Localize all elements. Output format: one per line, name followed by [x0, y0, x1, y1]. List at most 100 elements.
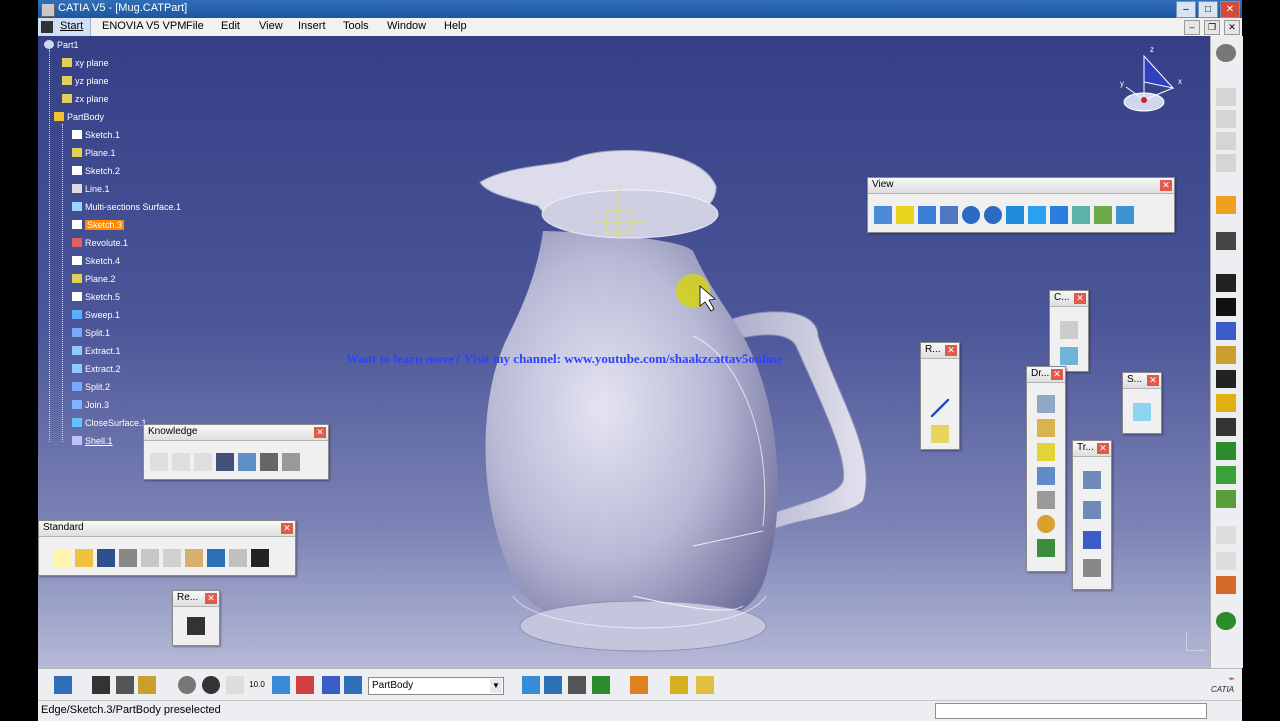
tr-toolbar-close-button[interactable]: ✕ [1097, 443, 1109, 454]
sketch-analysis-icon[interactable] [522, 676, 540, 694]
c-toolbar-title[interactable]: C... ✕ [1050, 291, 1088, 307]
rib-icon[interactable] [1216, 394, 1236, 412]
curvature-icon[interactable] [592, 676, 610, 694]
pan-icon[interactable] [918, 206, 936, 224]
settings-gear-icon[interactable] [1216, 44, 1236, 62]
constraint-box-icon[interactable] [1060, 347, 1078, 365]
removed-multi-sections-icon[interactable] [1216, 490, 1236, 508]
undo-icon[interactable] [207, 549, 225, 567]
new-file-icon[interactable] [53, 549, 71, 567]
minimize-button[interactable]: – [1176, 1, 1196, 18]
swap-space-icon[interactable] [1116, 206, 1134, 224]
save-icon[interactable] [97, 549, 115, 567]
surface-icon[interactable] [1133, 403, 1151, 421]
menu-help[interactable]: Help [444, 20, 467, 32]
remove-face-icon[interactable] [1037, 515, 1055, 533]
replace-face-icon[interactable] [1037, 539, 1055, 557]
sketch-tool-icon[interactable] [1216, 232, 1236, 250]
slot-icon[interactable] [1216, 418, 1236, 436]
cut-icon[interactable] [141, 549, 159, 567]
annotation-icon[interactable] [1216, 526, 1236, 544]
paste-icon[interactable] [185, 549, 203, 567]
normal-view-icon[interactable] [1006, 206, 1024, 224]
s-toolbar-close-button[interactable]: ✕ [1147, 375, 1159, 386]
pocket-icon[interactable] [1216, 298, 1236, 316]
select-icon[interactable] [1216, 196, 1236, 214]
constraint-icon[interactable] [1060, 321, 1078, 339]
symmetry-icon[interactable] [1083, 501, 1101, 519]
3d-viewport[interactable]: Part1 xy plane yz plane zx plane PartBody Sk… [38, 36, 1210, 668]
shading-icon[interactable] [1072, 206, 1090, 224]
maximize-button[interactable]: □ [1198, 1, 1218, 18]
sketcher-tool-icon[interactable] [1216, 110, 1236, 128]
plane-tool-icon[interactable] [931, 425, 949, 443]
scan-icon[interactable] [296, 676, 314, 694]
text-with-leader-icon[interactable] [1216, 552, 1236, 570]
hole-icon[interactable] [1216, 370, 1236, 388]
knowledge-toolbar-title[interactable]: Knowledge ✕ [144, 425, 328, 441]
menu-window[interactable]: Window [387, 20, 426, 32]
compass-widget[interactable]: z x y [1118, 42, 1198, 122]
close-button[interactable]: ✕ [1220, 1, 1240, 18]
line-tool-icon[interactable] [931, 399, 949, 417]
apply-material-icon[interactable] [1216, 612, 1236, 630]
comment-icon[interactable] [172, 453, 190, 471]
menu-insert[interactable]: Insert [298, 20, 326, 32]
zoom-out-icon[interactable] [984, 206, 1002, 224]
re-toolbar-title[interactable]: Re... ✕ [173, 591, 219, 607]
constraint-tool-icon[interactable] [1216, 154, 1236, 172]
dr-toolbar-close-button[interactable]: ✕ [1051, 369, 1063, 380]
scaling-icon[interactable] [1083, 559, 1101, 577]
whats-this-icon[interactable] [251, 549, 269, 567]
open-folder-icon[interactable] [75, 549, 93, 567]
fit-all-icon[interactable] [896, 206, 914, 224]
hide-show-icon[interactable] [1094, 206, 1112, 224]
redo-icon[interactable] [229, 549, 247, 567]
r-toolbar-close-button[interactable]: ✕ [945, 345, 957, 356]
multi-sections-solid-icon[interactable] [1216, 466, 1236, 484]
shell-tool-icon[interactable] [1037, 443, 1055, 461]
axis-tool-icon[interactable] [226, 676, 244, 694]
rotate-view-icon[interactable] [178, 676, 196, 694]
iso-view-icon[interactable] [1050, 206, 1068, 224]
translation-icon[interactable] [1083, 471, 1101, 489]
knowledge-tree-icon[interactable] [238, 453, 256, 471]
grid-icon[interactable] [1216, 132, 1236, 150]
standard-toolbar-close-button[interactable]: ✕ [281, 523, 293, 534]
menu-tools[interactable]: Tools [343, 20, 369, 32]
multi-view-icon[interactable] [1028, 206, 1046, 224]
view-toolbar-title[interactable]: View ✕ [868, 178, 1174, 194]
menu-edit[interactable]: Edit [221, 20, 240, 32]
c-toolbar-close-button[interactable]: ✕ [1074, 293, 1086, 304]
solid-combine-icon[interactable] [1216, 442, 1236, 460]
catalog-icon[interactable] [630, 676, 648, 694]
doc-restore-button[interactable]: ❐ [1204, 20, 1220, 35]
lock-icon[interactable] [260, 453, 278, 471]
copy-icon[interactable] [163, 549, 181, 567]
body-icon[interactable] [138, 676, 156, 694]
menu-view[interactable]: View [259, 20, 283, 32]
print-icon[interactable] [119, 549, 137, 567]
thickness-icon[interactable] [1037, 467, 1055, 485]
mesh-icon[interactable] [568, 676, 586, 694]
pattern-icon[interactable] [1083, 531, 1101, 549]
doc-minimize-button[interactable]: – [1184, 20, 1200, 35]
work-object-icon[interactable] [344, 676, 362, 694]
menu-start[interactable]: Start [38, 18, 91, 36]
zoom-in-icon[interactable] [962, 206, 980, 224]
dr-toolbar-title[interactable]: Dr... ✕ [1027, 367, 1065, 383]
draft-reflect-icon[interactable] [1037, 419, 1055, 437]
hide-icon[interactable] [92, 676, 110, 694]
doc-close-button[interactable]: ✕ [1224, 20, 1240, 35]
3d-constraint-icon[interactable] [544, 676, 562, 694]
analysis-icon[interactable] [272, 676, 290, 694]
menu-enovia[interactable]: ENOVIA V5 VPM [102, 20, 186, 32]
shaft-icon[interactable] [1216, 322, 1236, 340]
power-input-field[interactable] [935, 703, 1207, 719]
thread-icon[interactable] [1037, 491, 1055, 509]
rotate-icon[interactable] [940, 206, 958, 224]
knowledge-toolbar-close-button[interactable]: ✕ [314, 427, 326, 438]
body-select-dropdown[interactable]: PartBody ▼ [368, 677, 504, 695]
table-icon[interactable] [216, 453, 234, 471]
globe-icon[interactable] [202, 676, 220, 694]
